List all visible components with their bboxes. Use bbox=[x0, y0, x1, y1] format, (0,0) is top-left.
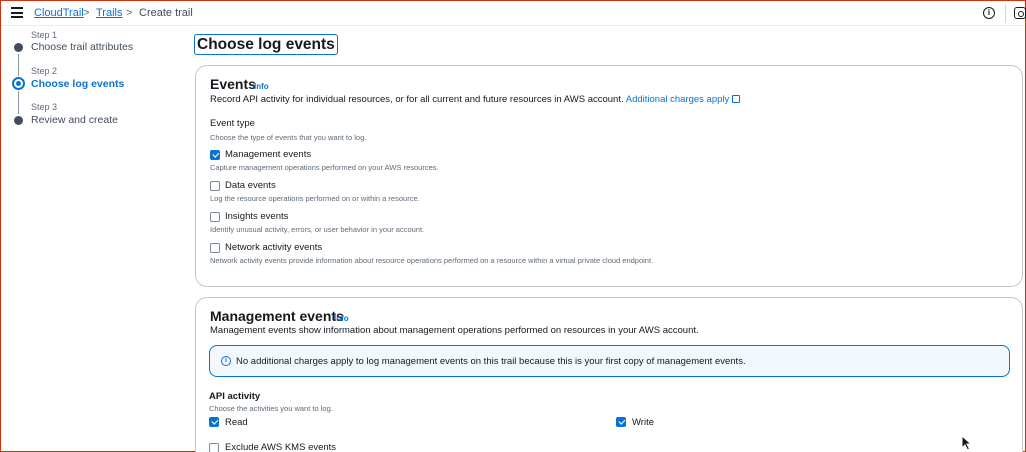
events-heading: Events bbox=[210, 76, 256, 92]
management-events-description: Capture management operations performed … bbox=[210, 163, 439, 172]
api-activity-description: Choose the activities you want to log. bbox=[209, 404, 333, 413]
events-info-link[interactable]: Info bbox=[254, 82, 269, 91]
step-1-number: Step 1 bbox=[31, 30, 58, 40]
events-description-text: Record API activity for individual resou… bbox=[210, 94, 624, 105]
info-alert: i No additional charges apply to log man… bbox=[209, 345, 1010, 377]
events-card: Events Info Record API activity for indi… bbox=[195, 65, 1023, 287]
step-3-title: Review and create bbox=[31, 114, 118, 126]
info-alert-text: No additional charges apply to log manag… bbox=[236, 356, 746, 367]
event-type-label: Event type bbox=[210, 118, 255, 129]
read-label[interactable]: Read bbox=[225, 417, 248, 428]
breadcrumb-current: Create trail bbox=[139, 7, 193, 19]
info-icon[interactable]: i bbox=[983, 7, 995, 19]
mouse-cursor-icon bbox=[961, 435, 973, 451]
network-activity-events-checkbox[interactable] bbox=[210, 243, 220, 253]
management-events-info-link[interactable]: Info bbox=[334, 314, 349, 323]
settings-icon[interactable] bbox=[1014, 7, 1026, 19]
management-events-checkbox[interactable] bbox=[210, 150, 220, 160]
step-connector bbox=[18, 54, 19, 76]
network-activity-events-description: Network activity events provide informat… bbox=[210, 256, 654, 265]
page-title: Choose log events bbox=[194, 34, 338, 55]
step-3-number: Step 3 bbox=[31, 102, 58, 112]
data-events-checkbox[interactable] bbox=[210, 181, 220, 191]
chevron-right-icon: > bbox=[83, 7, 90, 19]
write-label[interactable]: Write bbox=[632, 417, 654, 428]
management-events-label[interactable]: Management events bbox=[225, 149, 311, 160]
divider bbox=[1005, 4, 1006, 23]
step-2-title: Choose log events bbox=[31, 78, 125, 90]
events-description: Record API activity for individual resou… bbox=[210, 94, 741, 105]
data-events-description: Log the resource operations performed on… bbox=[210, 194, 420, 203]
insights-events-label[interactable]: Insights events bbox=[225, 211, 288, 222]
step-1-title[interactable]: Choose trail attributes bbox=[31, 41, 133, 53]
exclude-kms-label[interactable]: Exclude AWS KMS events bbox=[225, 442, 336, 452]
insights-events-description: Identify unusual activity, errors, or us… bbox=[210, 225, 425, 234]
management-events-card-description: Management events show information about… bbox=[210, 325, 699, 336]
step-connector bbox=[18, 91, 19, 114]
management-events-heading: Management events bbox=[210, 308, 344, 324]
top-bar: CloudTrail > Trails > Create trail i bbox=[1, 1, 1026, 26]
step-3-dot bbox=[14, 116, 23, 125]
network-activity-events-label[interactable]: Network activity events bbox=[225, 242, 322, 253]
write-checkbox[interactable] bbox=[616, 417, 626, 427]
data-events-label[interactable]: Data events bbox=[225, 180, 276, 191]
breadcrumb-cloudtrail[interactable]: CloudTrail bbox=[34, 7, 84, 19]
event-type-description: Choose the type of events that you want … bbox=[210, 133, 367, 142]
breadcrumb-trails[interactable]: Trails bbox=[96, 7, 122, 19]
step-1-dot bbox=[14, 43, 23, 52]
insights-events-checkbox[interactable] bbox=[210, 212, 220, 222]
step-2-dot bbox=[12, 77, 25, 90]
info-icon: i bbox=[221, 356, 231, 366]
read-checkbox[interactable] bbox=[209, 417, 219, 427]
api-activity-label: API activity bbox=[209, 391, 261, 402]
external-link-icon bbox=[732, 95, 741, 103]
step-2-number: Step 2 bbox=[31, 66, 58, 76]
exclude-kms-checkbox[interactable] bbox=[209, 443, 219, 452]
menu-icon[interactable] bbox=[11, 7, 23, 18]
chevron-right-icon: > bbox=[126, 7, 133, 19]
additional-charges-link-text[interactable]: Additional charges apply bbox=[626, 94, 730, 105]
additional-charges-link[interactable]: Additional charges apply bbox=[626, 94, 741, 105]
